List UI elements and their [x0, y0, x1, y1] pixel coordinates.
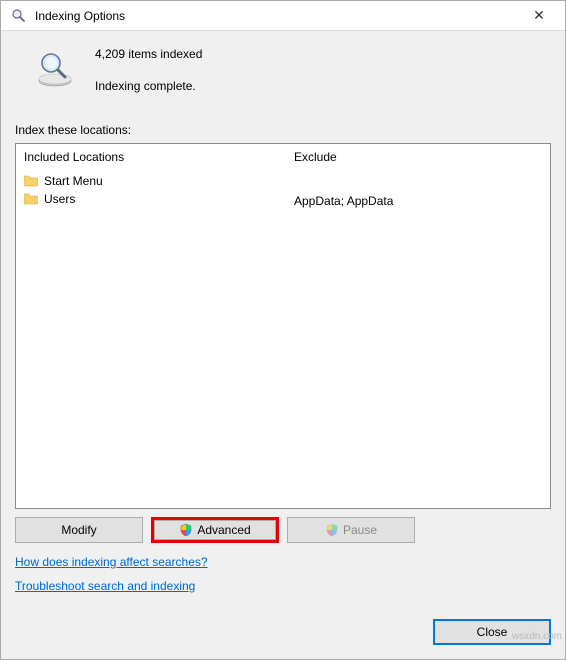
indexing-status-label: Indexing complete. [95, 79, 202, 93]
window-close-button[interactable]: ✕ [519, 2, 559, 30]
locations-header: Index these locations: [15, 123, 551, 137]
exclude-value: AppData; AppData [294, 194, 393, 208]
titlebar: Indexing Options ✕ [1, 1, 565, 31]
exclude-header: Exclude [294, 150, 542, 164]
status-row: 4,209 items indexed Indexing complete. [15, 45, 551, 93]
link-how-affect[interactable]: How does indexing affect searches? [15, 555, 208, 569]
shield-icon [325, 523, 339, 537]
list-item[interactable]: Start Menu [24, 174, 278, 188]
status-icon-wrap [15, 45, 95, 93]
close-icon: ✕ [533, 7, 545, 24]
advanced-highlight: Advanced [151, 517, 279, 543]
status-text: 4,209 items indexed Indexing complete. [95, 45, 202, 93]
folder-icon [24, 175, 38, 187]
watermark: wsxdn.com [512, 631, 562, 642]
pause-button: Pause [287, 517, 415, 543]
list-item-exclude: AppData; AppData [294, 194, 542, 208]
modify-button[interactable]: Modify [15, 517, 143, 543]
locations-listbox[interactable]: Included Locations Start Menu [15, 143, 551, 509]
button-label: Close [477, 625, 508, 639]
exclude-column: Exclude AppData; AppData [286, 144, 550, 508]
list-item[interactable]: Users [24, 192, 278, 206]
button-label: Pause [343, 523, 377, 537]
button-label: Modify [61, 523, 96, 537]
shield-icon [179, 523, 193, 537]
indexing-options-dialog: Indexing Options ✕ 4,209 items indexe [0, 0, 566, 660]
item-name: Start Menu [44, 174, 103, 188]
window-title: Indexing Options [35, 9, 519, 23]
included-header: Included Locations [24, 150, 278, 164]
folder-icon [24, 193, 38, 205]
magnifier-icon [11, 8, 27, 24]
footer-row: Close [15, 619, 551, 649]
link-troubleshoot[interactable]: Troubleshoot search and indexing [15, 579, 195, 593]
help-links: How does indexing affect searches? Troub… [15, 555, 551, 603]
advanced-button[interactable]: Advanced [154, 520, 276, 540]
item-name: Users [44, 192, 75, 206]
indexing-magnifier-icon [35, 49, 75, 89]
list-item-exclude [294, 174, 542, 190]
included-column: Included Locations Start Menu [16, 144, 286, 508]
button-label: Advanced [197, 523, 250, 537]
content-area: 4,209 items indexed Indexing complete. I… [1, 31, 565, 659]
button-row: Modify Advanced [15, 517, 551, 543]
items-indexed-label: 4,209 items indexed [95, 47, 202, 61]
